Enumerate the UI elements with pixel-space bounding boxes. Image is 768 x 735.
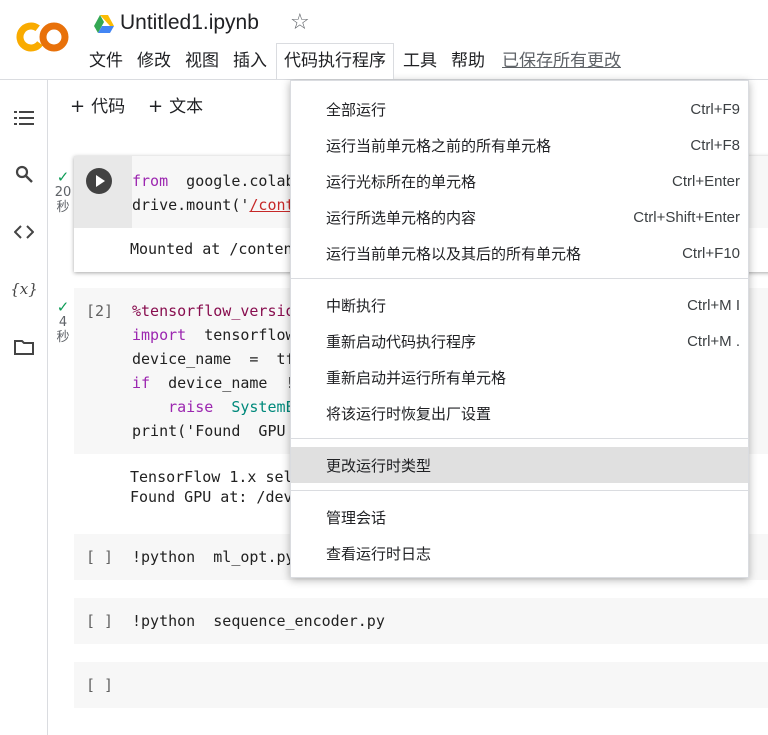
menu-separator [291,438,748,439]
cell-status: ✓ 4 秒 [52,298,74,346]
menu-item-change-runtime-type[interactable]: 更改运行时类型 [291,447,748,483]
code-line: print('Found GPU [132,422,286,440]
google-drive-icon [94,15,114,33]
menu-edit[interactable]: 修改 [132,44,176,78]
menu-separator [291,278,748,279]
menu-item-view-runtime-logs[interactable]: 查看运行时日志 [291,535,748,571]
menu-item-run-selection[interactable]: 运行所选单元格的内容 Ctrl+Shift+Enter [291,199,748,235]
code-line: drive.mount('/cont [132,196,295,214]
menu-item-run-after[interactable]: 运行当前单元格以及其后的所有单元格 Ctrl+F10 [291,235,748,271]
left-sidebar: {x} [0,80,48,735]
cell-status: ✓ 20 秒 [52,168,74,216]
app-header: Untitled1.ipynb ☆ 文件 修改 视图 插入 代码执行程序 工具 … [0,0,768,80]
menu-item-manage-sessions[interactable]: 管理会话 [291,499,748,535]
code-line: from google.colab [132,172,295,190]
menu-runtime[interactable]: 代码执行程序 [276,43,394,79]
code-line: import tensorflow [132,326,295,344]
notebook-title[interactable]: Untitled1.ipynb [120,11,259,35]
code-line: raise SystemE [168,398,295,416]
execution-count: [ ] [86,548,114,566]
menu-item-factory-reset[interactable]: 将该运行时恢复出厂设置 [291,395,748,431]
menu-help[interactable]: 帮助 [446,44,490,78]
execution-count: [ ] [86,676,114,694]
code-line: if device_name ! [132,374,295,392]
cell-output: Found GPU at: /dev [130,488,293,506]
code-line: !python sequence_encoder.py [132,612,385,630]
add-text-button[interactable]: + 文本 [148,92,203,117]
code-cell[interactable]: [ ] [74,662,768,708]
checkmark-icon: ✓ [56,298,70,316]
code-snippets-icon[interactable] [12,220,36,244]
runtime-menu-dropdown: 全部运行 Ctrl+F9 运行当前单元格之前的所有单元格 Ctrl+F8 运行光… [290,80,749,578]
code-line: device_name = tf [132,350,295,368]
menu-item-run-before[interactable]: 运行当前单元格之前的所有单元格 Ctrl+F8 [291,127,748,163]
menu-item-run-focused[interactable]: 运行光标所在的单元格 Ctrl+Enter [291,163,748,199]
menu-view[interactable]: 视图 [180,44,224,78]
checkmark-icon: ✓ [56,168,70,186]
cell-output: TensorFlow 1.x sel [130,468,293,486]
variables-icon[interactable]: {x} [10,277,38,301]
menu-item-restart[interactable]: 重新启动代码执行程序 Ctrl+M . [291,323,748,359]
toc-icon[interactable] [12,106,36,130]
menu-tools[interactable]: 工具 [398,44,442,78]
run-cell-button[interactable] [86,168,112,194]
colab-logo[interactable] [16,18,70,56]
execution-count: [ ] [86,612,114,630]
menu-separator [291,490,748,491]
code-cell[interactable]: [ ] !python sequence_encoder.py [74,598,768,644]
code-line: %tensorflow_versio [132,302,295,320]
menu-item-restart-run-all[interactable]: 重新启动并运行所有单元格 [291,359,748,395]
menu-item-interrupt[interactable]: 中断执行 Ctrl+M I [291,287,748,323]
save-status-link[interactable]: 已保存所有更改 [502,44,621,78]
menubar: 文件 修改 视图 插入 代码执行程序 工具 帮助 已保存所有更改 [84,43,621,79]
star-icon[interactable]: ☆ [290,10,310,35]
menu-insert[interactable]: 插入 [228,44,272,78]
cell-output: Mounted at /conten [130,240,293,258]
add-code-button[interactable]: + 代码 [70,92,125,117]
search-icon[interactable] [12,162,36,186]
code-line: !python ml_opt.py [132,548,295,566]
menu-file[interactable]: 文件 [84,44,128,78]
files-icon[interactable] [12,335,36,359]
execution-count: [2] [86,302,114,320]
menu-item-run-all[interactable]: 全部运行 Ctrl+F9 [291,91,748,127]
